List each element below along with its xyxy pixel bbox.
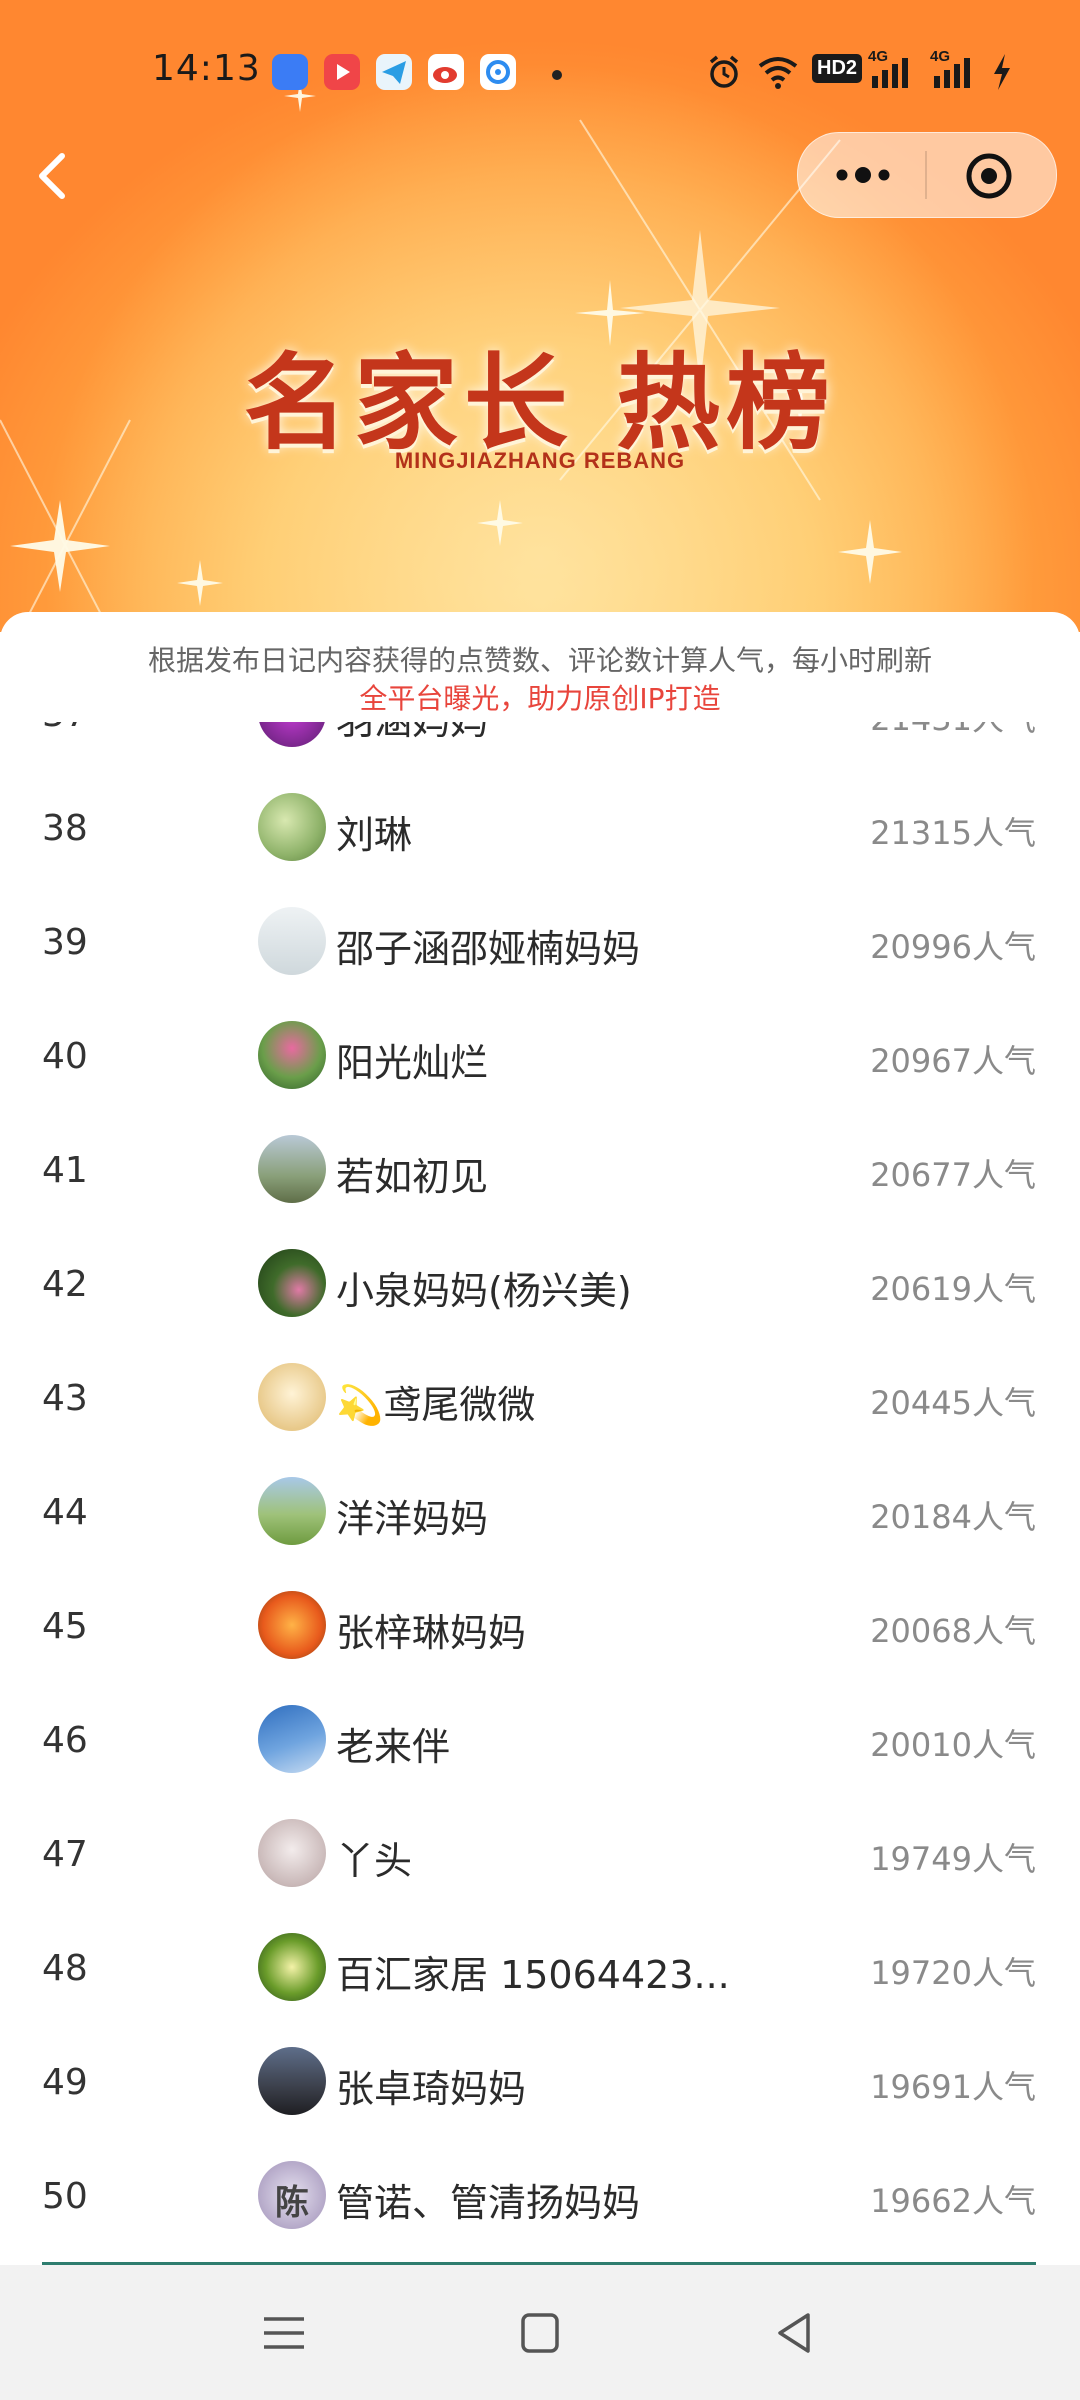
user-name: 张卓琦妈妈 bbox=[336, 2067, 527, 2111]
list-item[interactable]: 44 洋洋妈妈 20184人气 bbox=[0, 1454, 1080, 1568]
menu-icon[interactable] bbox=[254, 2305, 314, 2361]
user-name: 管诺、管清扬妈妈 bbox=[336, 2181, 641, 2225]
close-mini-program-icon[interactable] bbox=[964, 151, 1014, 201]
popularity-count: 20996人气 bbox=[870, 928, 1036, 966]
user-name: 阳光灿烂 bbox=[336, 1041, 489, 1085]
rank-number: 44 bbox=[42, 1492, 88, 1533]
list-item[interactable]: 48 百汇家居 15064423... 19720人气 bbox=[0, 1910, 1080, 2024]
list-item[interactable]: 45 张梓琳妈妈 20068人气 bbox=[0, 1568, 1080, 1682]
header-banner: 14:13 HD2 4G 4G 名家长 热榜 MINGJIAZHANG REBA… bbox=[0, 0, 1080, 660]
notification-dot bbox=[552, 70, 562, 80]
rank-number: 39 bbox=[42, 922, 88, 963]
page-title: 名家长 热榜 bbox=[243, 342, 837, 464]
avatar bbox=[258, 1249, 326, 1317]
user-name: 邵子涵邵娅楠妈妈 bbox=[336, 927, 641, 971]
avatar bbox=[258, 1591, 326, 1659]
popularity-count: 20967人气 bbox=[870, 1042, 1036, 1080]
user-name: 丫头 bbox=[336, 1839, 413, 1883]
popularity-count: 19720人气 bbox=[870, 1954, 1036, 1992]
wifi-icon bbox=[758, 57, 798, 89]
list-item[interactable]: 49 张卓琦妈妈 19691人气 bbox=[0, 2024, 1080, 2138]
rank-number: 49 bbox=[42, 2062, 88, 2103]
popularity-count: 20619人气 bbox=[870, 1270, 1036, 1308]
rank-number: 45 bbox=[42, 1606, 88, 1647]
system-navigation-bar bbox=[0, 2265, 1080, 2400]
user-name: 刘琳 bbox=[336, 813, 413, 857]
capsule-divider bbox=[925, 151, 927, 199]
app-icon-red-play bbox=[324, 54, 360, 90]
page: 14:13 HD2 4G 4G 名家长 热榜 MINGJIAZHANG REBA… bbox=[0, 0, 1080, 2400]
status-bar: 14:13 HD2 4G 4G bbox=[0, 40, 1080, 106]
alarm-icon bbox=[709, 55, 739, 88]
user-name: 小泉妈妈(杨兴美) bbox=[336, 1269, 632, 1313]
app-icon-weibo bbox=[428, 54, 464, 90]
avatar-text: 陈 bbox=[275, 2183, 309, 2223]
notice-highlight: 全平台曝光，助力原创IP打造 bbox=[359, 682, 721, 715]
list-item[interactable]: 46 老来伴 20010人气 bbox=[0, 1682, 1080, 1796]
ranking-list[interactable]: 37 羽涵妈妈 21431人气 38刘琳21315人气39邵子涵邵娅楠妈妈209… bbox=[0, 700, 1080, 2264]
rank-number: 43 bbox=[42, 1378, 88, 1419]
app-icon-blue-square bbox=[272, 54, 308, 90]
avatar bbox=[258, 907, 326, 975]
rank-number: 41 bbox=[42, 1150, 88, 1191]
notice-description: 根据发布日记内容获得的点赞数、评论数计算人气，每小时刷新 bbox=[147, 644, 932, 677]
rank-number: 40 bbox=[42, 1036, 88, 1077]
user-name: 💫鸢尾微微 bbox=[336, 1383, 536, 1427]
user-name: 洋洋妈妈 bbox=[336, 1497, 489, 1541]
user-name: 张梓琳妈妈 bbox=[336, 1611, 527, 1655]
avatar bbox=[258, 1135, 326, 1203]
list-item[interactable]: 39 邵子涵邵娅楠妈妈 20996人气 bbox=[0, 884, 1080, 998]
rank-number: 48 bbox=[42, 1948, 88, 1989]
rank-number: 46 bbox=[42, 1720, 88, 1761]
popularity-count: 20068人气 bbox=[870, 1612, 1036, 1650]
list-item[interactable]: 50 陈管诺、管清扬妈妈 19662人气 bbox=[0, 2138, 1080, 2252]
rank-number: 38 bbox=[42, 808, 88, 849]
avatar bbox=[258, 1705, 326, 1773]
popularity-count: 21315人气 bbox=[870, 814, 1036, 852]
avatar bbox=[258, 1021, 326, 1089]
hd-icon: HD2 bbox=[812, 54, 863, 83]
avatar bbox=[258, 1363, 326, 1431]
avatar bbox=[258, 1933, 326, 2001]
back-arrow-icon[interactable] bbox=[30, 148, 80, 204]
app-icon-paper-plane bbox=[376, 54, 412, 90]
list-item[interactable]: 43 💫鸢尾微微 20445人气 bbox=[0, 1340, 1080, 1454]
avatar bbox=[258, 2047, 326, 2115]
signal-icon bbox=[872, 58, 908, 88]
back-triangle-icon[interactable] bbox=[766, 2305, 826, 2361]
rank-number: 42 bbox=[42, 1264, 88, 1305]
rank-number: 50 bbox=[42, 2176, 88, 2217]
list-item[interactable]: 38 刘琳 21315人气 bbox=[0, 770, 1080, 884]
avatar bbox=[258, 1819, 326, 1887]
home-icon[interactable] bbox=[510, 2305, 570, 2361]
popularity-count: 19691人气 bbox=[870, 2068, 1036, 2106]
rank-number: 47 bbox=[42, 1834, 88, 1875]
popularity-count: 19662人气 bbox=[870, 2182, 1036, 2220]
popularity-count: 19749人气 bbox=[870, 1840, 1036, 1878]
popularity-count: 20010人气 bbox=[870, 1726, 1036, 1764]
user-name: 老来伴 bbox=[336, 1725, 451, 1769]
list-item[interactable]: 47 丫头 19749人气 bbox=[0, 1796, 1080, 1910]
avatar bbox=[258, 793, 326, 861]
page-subtitle: MINGJIAZHANG REBANG bbox=[394, 448, 686, 473]
ranking-notice: 根据发布日记内容获得的点赞数、评论数计算人气，每小时刷新 全平台曝光，助力原创I… bbox=[0, 632, 1080, 722]
popularity-count: 20184人气 bbox=[870, 1498, 1036, 1536]
user-name: 若如初见 bbox=[336, 1155, 489, 1199]
user-name: 百汇家居 15064423... bbox=[336, 1953, 730, 1997]
signal-icon-2 bbox=[934, 58, 970, 88]
avatar bbox=[258, 1477, 326, 1545]
app-icon-blue-circle bbox=[480, 54, 516, 90]
popularity-count: 20677人气 bbox=[870, 1156, 1036, 1194]
status-time: 14:13 bbox=[152, 48, 261, 89]
list-item[interactable]: 42 小泉妈妈(杨兴美) 20619人气 bbox=[0, 1226, 1080, 1340]
more-options-icon[interactable] bbox=[828, 153, 898, 197]
popularity-count: 20445人气 bbox=[870, 1384, 1036, 1422]
list-item[interactable]: 40 阳光灿烂 20967人气 bbox=[0, 998, 1080, 1112]
list-item[interactable]: 41 若如初见 20677人气 bbox=[0, 1112, 1080, 1226]
charging-icon bbox=[994, 54, 1010, 90]
avatar: 陈 bbox=[258, 2161, 326, 2229]
mini-program-capsule bbox=[797, 132, 1057, 218]
